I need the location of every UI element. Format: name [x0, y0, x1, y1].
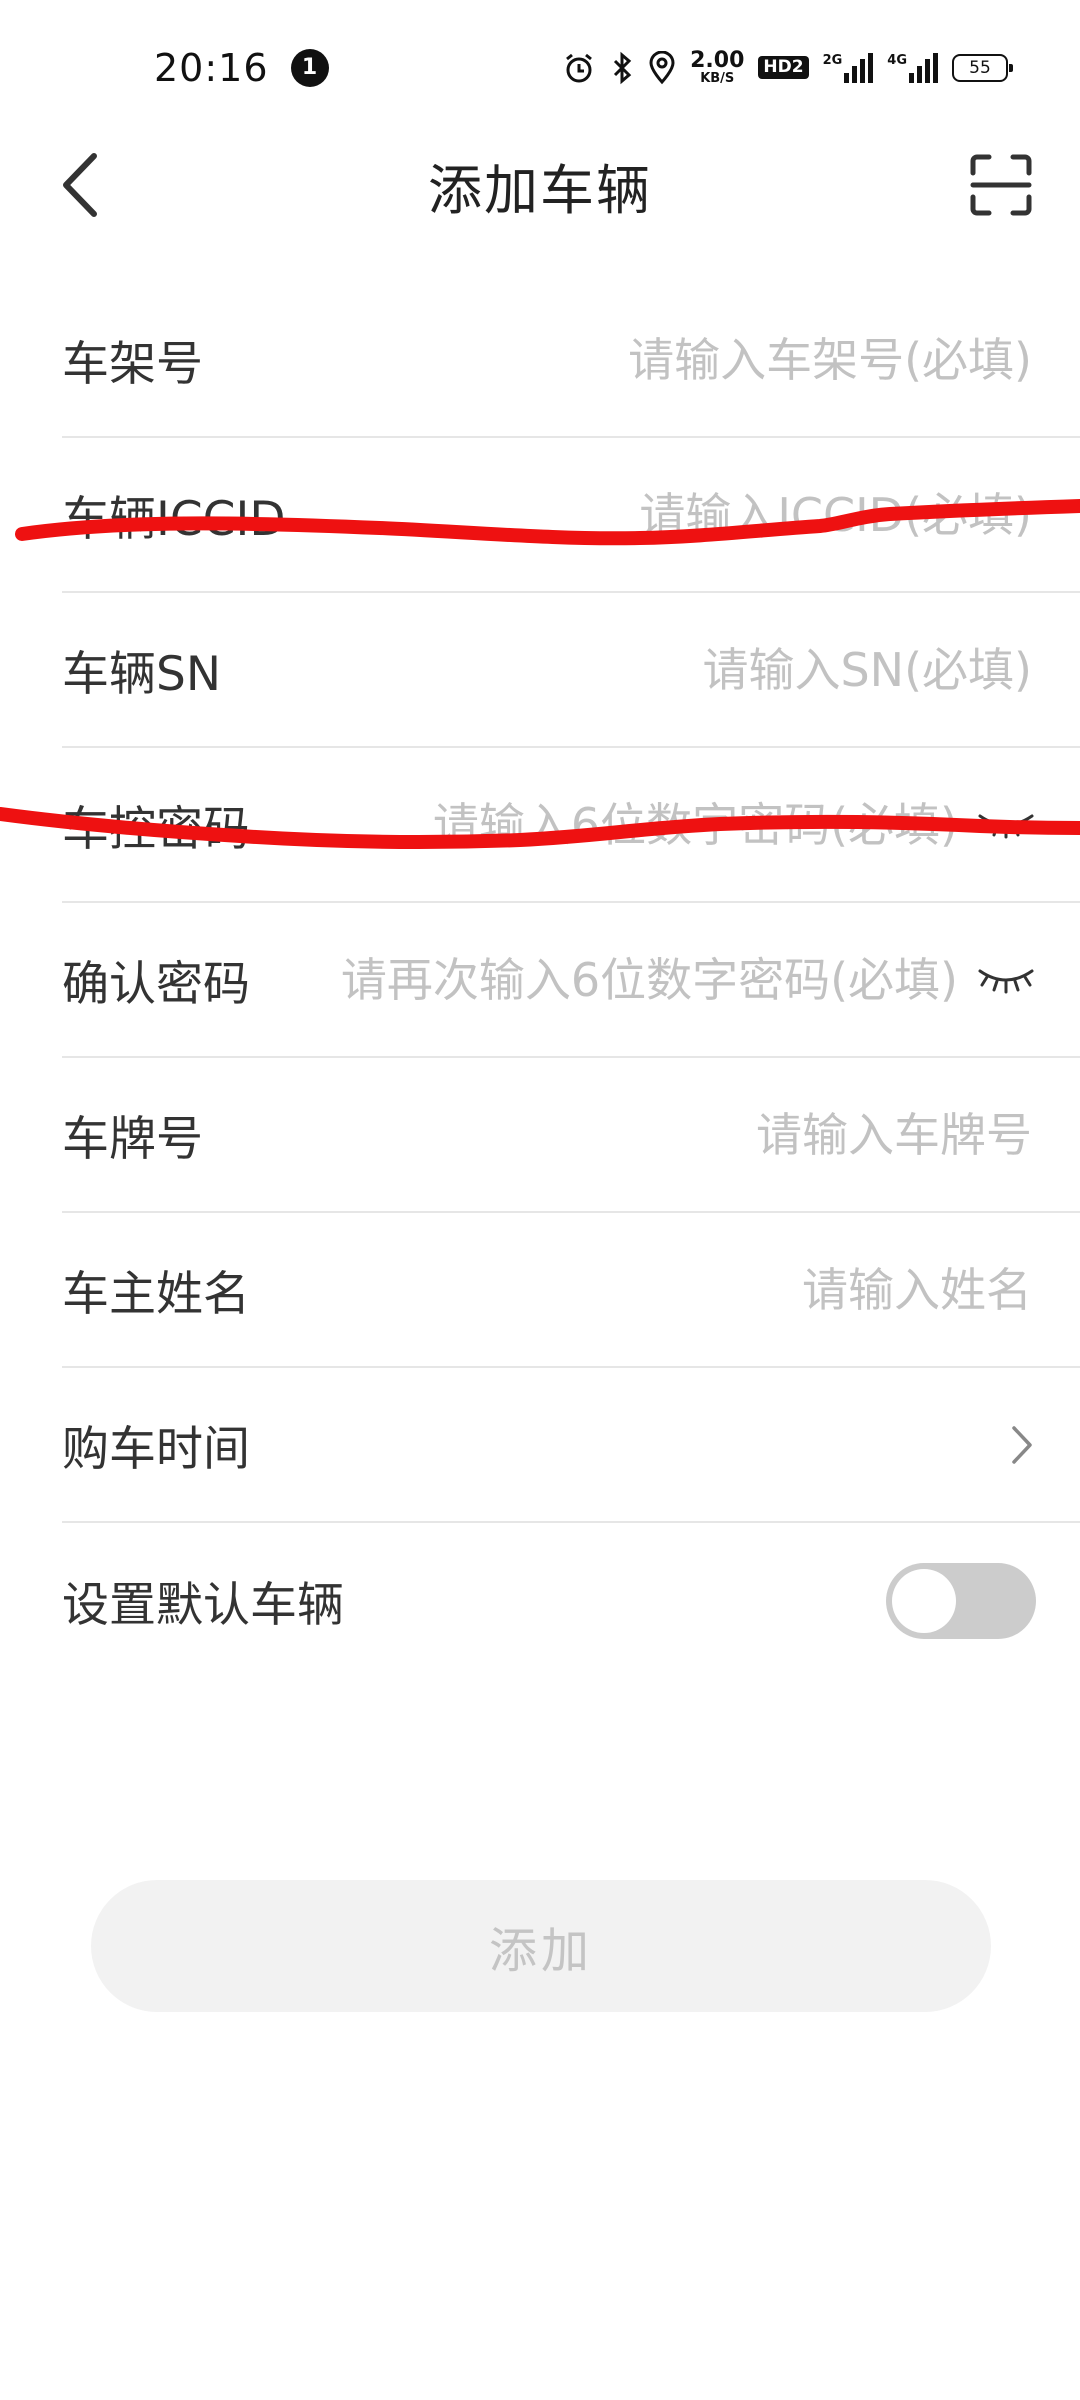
vin-input[interactable]	[223, 332, 1032, 387]
bluetooth-icon	[610, 51, 634, 85]
control-password-label: 车控密码	[62, 802, 250, 857]
status-left: 20:16 1	[154, 46, 329, 90]
form-row-control-password: 车控密码	[62, 748, 1080, 903]
default-vehicle-toggle[interactable]	[886, 1562, 1036, 1639]
signal-sim1: 2G	[822, 52, 874, 83]
purchase-time-label: 购车时间	[62, 1422, 250, 1477]
signal-sim2-label: 4G	[887, 52, 907, 68]
chevron-left-icon	[63, 153, 97, 217]
scan-button[interactable]	[966, 150, 1036, 220]
status-right: 2.00 KB/S HD2 2G 4G 55	[562, 48, 1013, 86]
add-vehicle-screen: 20:16 1 2.00 KB/S HD2 2G 4G 55 添加车辆 车架号 …	[0, 0, 1080, 2400]
sn-input[interactable]	[241, 642, 1032, 697]
form-row-owner-name: 车主姓名	[62, 1213, 1080, 1368]
password-visibility-toggle[interactable]	[976, 805, 1036, 845]
plate-input[interactable]	[223, 1107, 1032, 1162]
hd-badge: HD2	[758, 56, 809, 79]
back-button[interactable]	[50, 147, 110, 223]
owner-name-label: 车主姓名	[62, 1267, 250, 1322]
control-password-input[interactable]	[270, 797, 958, 852]
page-title: 添加车辆	[428, 158, 652, 222]
notification-badge: 1	[290, 48, 329, 87]
signal-sim2: 4G	[887, 52, 938, 83]
iccid-input[interactable]	[305, 487, 1032, 542]
owner-name-input[interactable]	[270, 1262, 1032, 1317]
form-row-iccid: 车辆ICCID	[62, 438, 1080, 593]
eye-closed-icon	[978, 969, 1034, 993]
status-bar: 20:16 1 2.00 KB/S HD2 2G 4G 55	[0, 0, 1080, 135]
network-speed: 2.00 KB/S	[690, 48, 745, 86]
confirm-password-visibility-toggle[interactable]	[976, 960, 1036, 1000]
speed-value: 2.00	[690, 48, 745, 73]
signal-sim1-label: 2G	[822, 52, 843, 68]
battery-icon: 55	[952, 53, 1013, 82]
speed-unit: KB/S	[700, 71, 735, 86]
sn-label: 车辆SN	[62, 647, 221, 702]
confirm-password-label: 确认密码	[62, 957, 250, 1012]
form-row-default-vehicle: 设置默认车辆	[62, 1523, 1080, 1678]
toggle-knob	[892, 1568, 956, 1633]
location-icon	[648, 50, 676, 85]
add-button[interactable]: 添加	[91, 1880, 991, 2012]
alarm-icon	[562, 51, 596, 85]
chevron-right-icon	[1010, 1424, 1034, 1466]
form-row-vin: 车架号	[62, 283, 1080, 438]
scan-icon	[970, 154, 1032, 216]
default-vehicle-label: 设置默认车辆	[62, 1578, 344, 1633]
eye-closed-icon	[978, 814, 1034, 838]
battery-level: 55	[969, 57, 991, 78]
signal-bars-icon	[909, 52, 938, 83]
form-row-confirm-password: 确认密码	[62, 903, 1080, 1058]
vin-label: 车架号	[62, 337, 203, 392]
status-time: 20:16	[154, 45, 269, 90]
signal-bars-icon	[844, 52, 874, 83]
vehicle-form: 车架号 车辆ICCID 车辆SN 车控密码 确认密码	[0, 283, 1080, 1678]
plate-label: 车牌号	[62, 1112, 203, 1167]
form-row-purchase-time[interactable]: 购车时间	[62, 1368, 1080, 1523]
iccid-label: 车辆ICCID	[62, 492, 286, 547]
nav-header: 添加车辆	[0, 135, 1080, 235]
form-row-plate: 车牌号	[62, 1058, 1080, 1213]
form-row-sn: 车辆SN	[62, 593, 1080, 748]
confirm-password-input[interactable]	[270, 952, 958, 1007]
